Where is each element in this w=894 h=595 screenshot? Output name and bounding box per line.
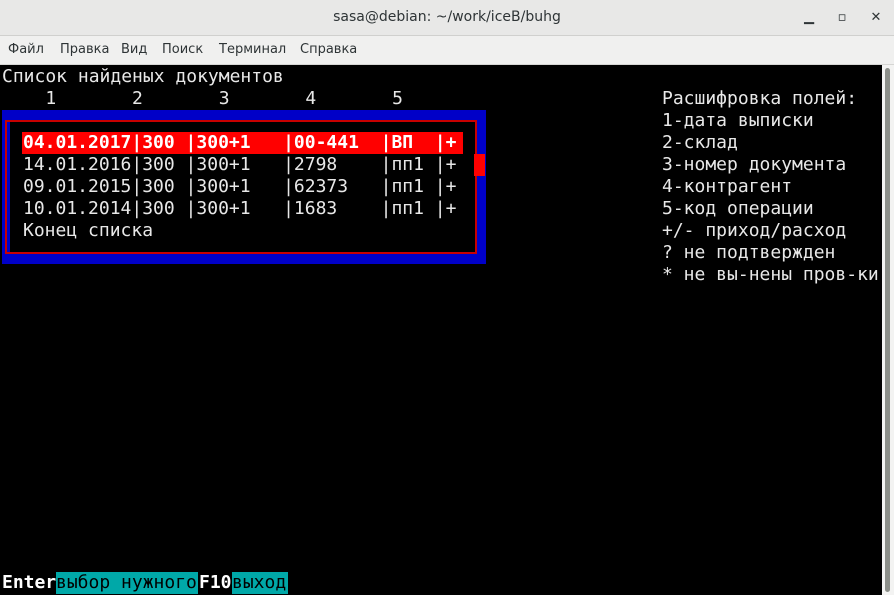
f10-key-label: F10 [199, 572, 232, 593]
title-bar: sasa@debian: ~/work/iceB/buhg ▁ ▫ ✕ [0, 0, 894, 36]
menu-file[interactable]: Файл [8, 42, 44, 57]
document-row-selected[interactable]: 04.01.2017|300 |300+1 |00-441 |ВП |+ [23, 132, 456, 154]
window-title: sasa@debian: ~/work/iceB/buhg [333, 9, 561, 25]
end-of-list-label: Конец списка [23, 220, 154, 241]
document-row[interactable]: 14.01.2016|300 |300+1 |2798 |пп1 |+ [23, 154, 456, 176]
scrollbar[interactable] [882, 65, 894, 595]
legend-item: +/- приход/расход [662, 220, 847, 241]
menu-help[interactable]: Справка [300, 42, 357, 57]
close-icon[interactable]: ✕ [866, 8, 886, 28]
document-row[interactable]: 10.01.2014|300 |300+1 |1683 |пп1 |+ [23, 198, 456, 220]
legend-item: 5-код операции [662, 198, 814, 219]
legend-item: 2-склад [662, 132, 738, 153]
screen-heading: Список найденых документов [2, 66, 284, 87]
legend-item: 3-номер документа [662, 154, 847, 175]
legend-title: Расшифровка полей: [662, 88, 858, 109]
menu-edit[interactable]: Правка [60, 42, 109, 57]
legend-item: * не вы-нены пров-ки [662, 264, 879, 285]
f10-hint[interactable]: выход [232, 572, 286, 594]
menu-terminal[interactable]: Терминал [219, 42, 286, 57]
menu-bar: Файл Правка Вид Поиск Терминал Справка [0, 36, 894, 65]
scrollbar-thumb[interactable] [885, 68, 890, 592]
minimize-icon[interactable]: ▁ [799, 8, 819, 28]
legend-item: ? не подтвержден [662, 242, 836, 263]
enter-key-label: Enter [2, 572, 57, 593]
scroll-position-marker [474, 154, 485, 176]
menu-search[interactable]: Поиск [162, 42, 203, 57]
legend-item: 1-дата выписки [662, 110, 814, 131]
legend-item: 4-контрагент [662, 176, 793, 197]
menu-view[interactable]: Вид [121, 42, 147, 57]
column-numbers: 1 2 3 4 5 [2, 88, 403, 109]
document-row[interactable]: 09.01.2015|300 |300+1 |62373 |пп1 |+ [23, 176, 456, 198]
enter-hint[interactable]: выбор нужного [56, 572, 197, 594]
maximize-icon[interactable]: ▫ [832, 8, 852, 28]
